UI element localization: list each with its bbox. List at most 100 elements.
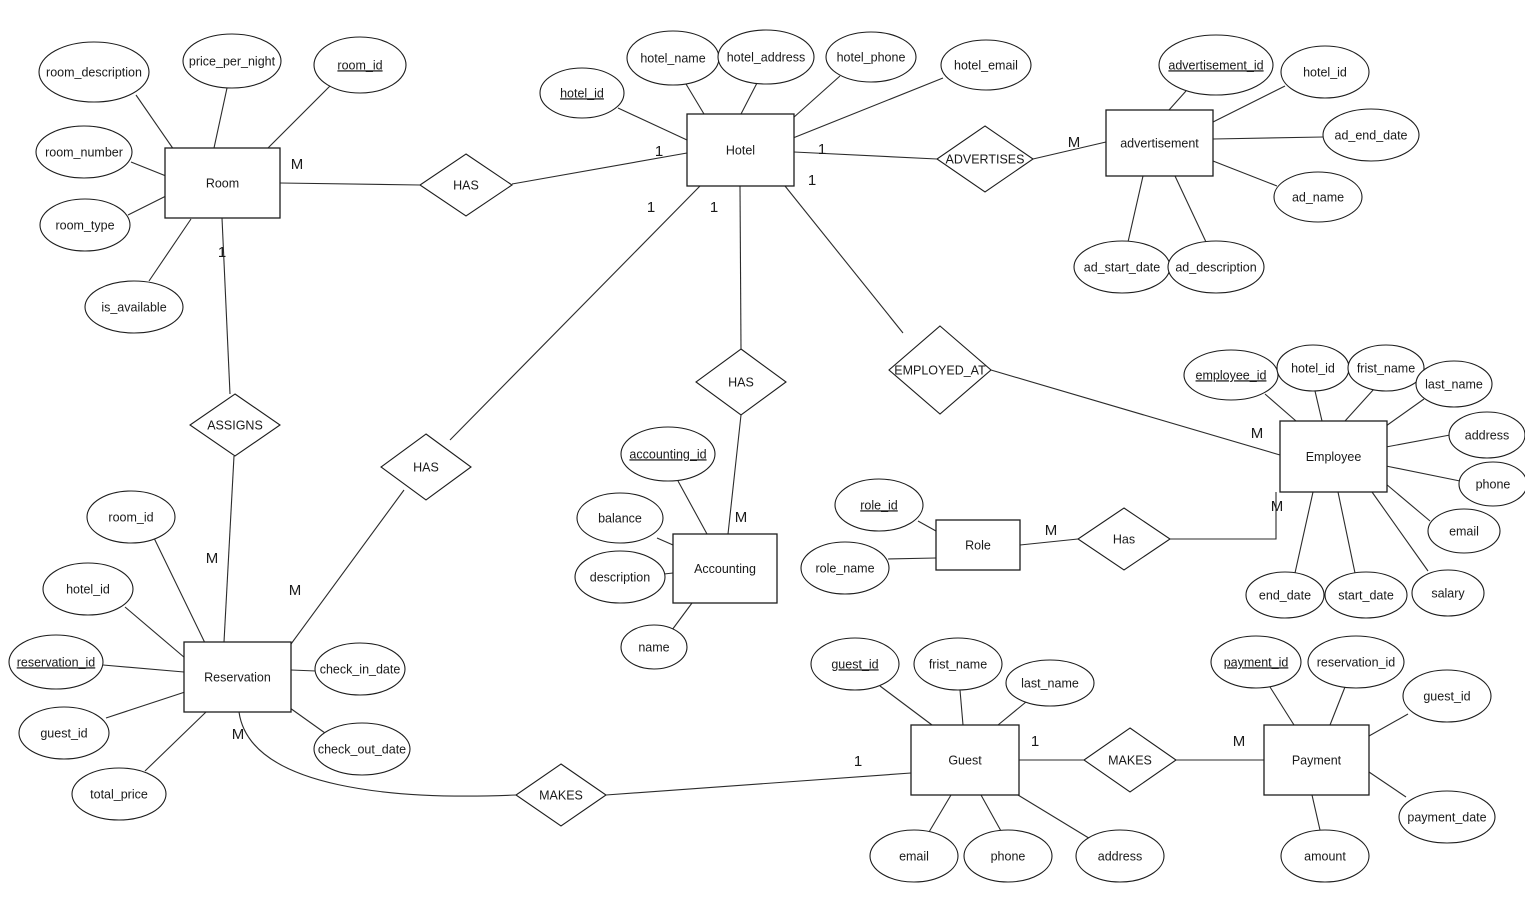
attribute-salary[interactable]: salary (1411, 569, 1485, 617)
connection-line (997, 701, 1027, 726)
relationship-makes_guest_payment[interactable]: MAKES (1083, 727, 1177, 793)
attribute-payment_id[interactable]: payment_id (1210, 635, 1302, 689)
cardinality-label-card-adv-m: M (1068, 134, 1081, 151)
attribute-hotel_id_emp[interactable]: hotel_id (1276, 344, 1350, 392)
attribute-frist_name_emp[interactable]: frist_name (1347, 344, 1425, 392)
attribute-description_acc[interactable]: description (574, 550, 666, 604)
attribute-address_emp[interactable]: address (1448, 411, 1525, 459)
attribute-ad_description[interactable]: ad_description (1167, 240, 1265, 294)
entity-role[interactable]: Role (935, 519, 1021, 571)
relationship-label: HAS (413, 460, 439, 474)
attribute-room_id[interactable]: room_id (313, 36, 407, 94)
attribute-guest_id_g[interactable]: guest_id (810, 637, 900, 691)
connection-line (130, 161, 167, 177)
attribute-hotel_email[interactable]: hotel_email (940, 39, 1032, 91)
attribute-is_available[interactable]: is_available (84, 280, 184, 334)
attribute-start_date_emp[interactable]: start_date (1324, 571, 1408, 619)
attribute-label: price_per_night (189, 54, 276, 68)
connection-line (917, 520, 937, 532)
cardinality-label-card-room-has: M (291, 156, 304, 173)
entity-label: Hotel (726, 143, 755, 157)
attribute-label: phone (1476, 477, 1511, 491)
relationship-label: ASSIGNS (207, 418, 263, 432)
attribute-price_per_night[interactable]: price_per_night (182, 33, 282, 89)
attribute-balance[interactable]: balance (576, 492, 664, 544)
relationship-assigns[interactable]: ASSIGNS (189, 393, 281, 457)
attribute-reservation_id[interactable]: reservation_id (8, 634, 104, 690)
attribute-room_number[interactable]: room_number (35, 125, 133, 179)
connection-line (127, 195, 167, 216)
attribute-ad_start_date[interactable]: ad_start_date (1073, 240, 1171, 294)
attribute-hotel_phone[interactable]: hotel_phone (825, 31, 917, 83)
connection-line (289, 707, 326, 734)
relationship-has_role_employee[interactable]: Has (1077, 507, 1171, 571)
attribute-end_date_emp[interactable]: end_date (1245, 571, 1325, 619)
attribute-employee_id[interactable]: employee_id (1183, 349, 1279, 401)
attribute-email_emp[interactable]: email (1427, 508, 1501, 554)
entity-room[interactable]: Room (164, 147, 281, 219)
attribute-phone_g[interactable]: phone (963, 829, 1053, 883)
connection-line (784, 185, 904, 334)
attribute-guest_id_res[interactable]: guest_id (18, 706, 110, 760)
attribute-room_id_res[interactable]: room_id (86, 490, 176, 544)
entity-reservation[interactable]: Reservation (183, 641, 292, 713)
attribute-hotel_name[interactable]: hotel_name (626, 30, 720, 86)
attribute-email_g[interactable]: email (869, 829, 959, 883)
attribute-advertisement_id[interactable]: advertisement_id (1158, 34, 1274, 96)
attribute-accounting_id[interactable]: accounting_id (620, 426, 716, 482)
attribute-label: ad_name (1292, 190, 1344, 204)
entity-payment[interactable]: Payment (1263, 724, 1370, 796)
relationship-label: EMPLOYED_AT (894, 363, 986, 377)
attribute-ad_end_date[interactable]: ad_end_date (1322, 108, 1420, 162)
entity-hotel[interactable]: Hotel (686, 113, 795, 187)
attribute-last_name_g[interactable]: last_name (1005, 659, 1095, 707)
entity-accounting[interactable]: Accounting (672, 533, 778, 604)
entity-label: Payment (1292, 753, 1342, 767)
attribute-reservation_id_p[interactable]: reservation_id (1307, 635, 1405, 689)
attribute-role_name[interactable]: role_name (800, 541, 890, 595)
attribute-check_out_date[interactable]: check_out_date (313, 722, 411, 776)
entity-advertisement[interactable]: advertisement (1105, 109, 1214, 177)
attribute-role_id[interactable]: role_id (834, 478, 924, 532)
attribute-label: salary (1431, 586, 1465, 600)
attribute-last_name_emp[interactable]: last_name (1415, 360, 1493, 408)
attribute-room_type[interactable]: room_type (39, 198, 131, 252)
attribute-hotel_id_ad[interactable]: hotel_id (1280, 45, 1370, 99)
attribute-payment_date[interactable]: payment_date (1398, 790, 1496, 844)
entity-employee[interactable]: Employee (1279, 420, 1388, 493)
attribute-label: check_out_date (318, 742, 406, 756)
attribute-label: description (590, 570, 650, 584)
connection-line (792, 75, 841, 119)
attribute-room_description[interactable]: room_description (38, 41, 150, 103)
attribute-total_price[interactable]: total_price (71, 767, 167, 821)
attribute-frist_name_g[interactable]: frist_name (913, 637, 1003, 691)
attribute-label: payment_date (1407, 810, 1486, 824)
attribute-name_acc[interactable]: name (620, 624, 688, 670)
attribute-hotel_id_h[interactable]: hotel_id (539, 67, 625, 119)
attribute-label: last_name (1021, 676, 1079, 690)
relationship-has_room_hotel[interactable]: HAS (419, 153, 513, 217)
connection-line (740, 82, 758, 115)
attribute-hotel_address[interactable]: hotel_address (717, 29, 815, 85)
cardinality-label-card-res-makes: M (232, 726, 245, 743)
attribute-check_in_date[interactable]: check_in_date (314, 642, 406, 696)
entity-label: Reservation (204, 670, 271, 684)
entity-guest[interactable]: Guest (910, 724, 1020, 796)
attribute-label: ad_end_date (1335, 128, 1408, 142)
relationship-has_hotel_accounting[interactable]: HAS (695, 348, 787, 416)
attribute-amount[interactable]: amount (1280, 829, 1370, 883)
attribute-address_g[interactable]: address (1075, 829, 1165, 883)
attribute-phone_emp[interactable]: phone (1458, 461, 1525, 507)
relationship-has_hotel_reservation[interactable]: HAS (380, 433, 472, 501)
attribute-ad_name[interactable]: ad_name (1273, 171, 1363, 223)
relationship-employed_at[interactable]: EMPLOYED_AT (888, 325, 992, 415)
attribute-label: accounting_id (629, 447, 706, 461)
cardinality-label-card-acc-m: M (735, 509, 748, 526)
connection-line (135, 94, 175, 151)
connection-line (887, 557, 937, 560)
connection-line (213, 87, 228, 149)
attribute-guest_id_p[interactable]: guest_id (1402, 669, 1492, 723)
relationship-makes_res_guest[interactable]: MAKES (515, 763, 607, 827)
attribute-hotel_id_res[interactable]: hotel_id (42, 562, 134, 616)
relationship-advertises[interactable]: ADVERTISES (936, 125, 1034, 193)
